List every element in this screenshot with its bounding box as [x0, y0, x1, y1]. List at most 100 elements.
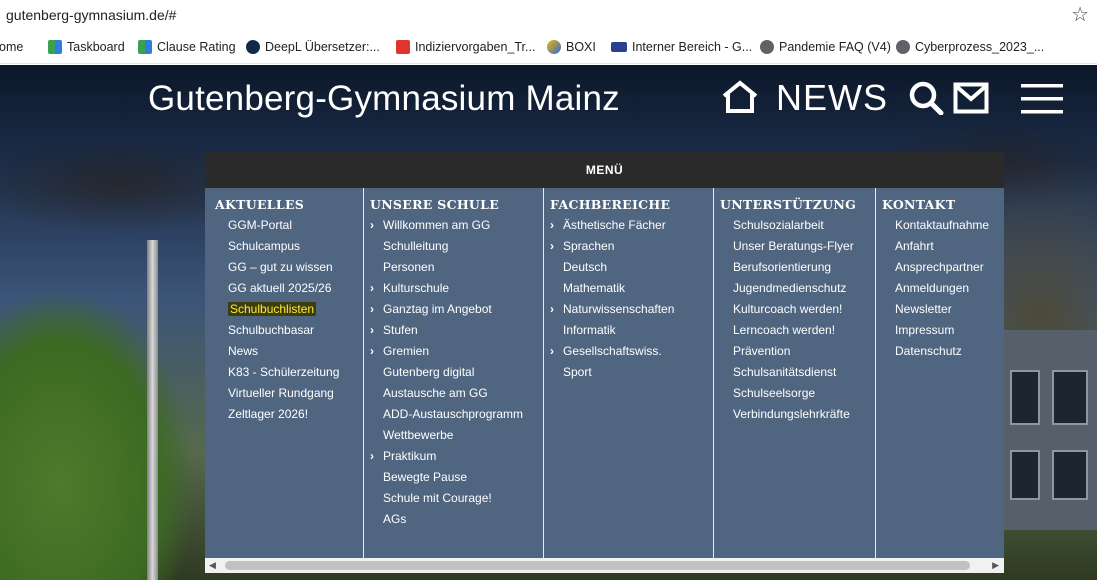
menu-item[interactable]: GGM-Portal — [215, 215, 363, 236]
menu-item[interactable]: Lerncoach werden! — [720, 320, 875, 341]
menu-item[interactable]: › Stufen — [370, 320, 543, 341]
menu-item[interactable]: Wettbewerbe — [370, 425, 543, 446]
menu-item-label: AGs — [383, 512, 407, 526]
menu-item[interactable]: Schulleitung — [370, 236, 543, 257]
menu-item-label: ADD-Austauschprogramm — [383, 407, 524, 421]
menu-item[interactable]: Schulcampus — [215, 236, 363, 257]
menu-item-label: Kulturschule — [383, 281, 450, 295]
scrollbar-thumb[interactable] — [225, 561, 970, 570]
bookmark-interner-bereich[interactable]: Interner Bereich - G... — [611, 40, 752, 54]
menu-item[interactable]: Schulbuchlisten — [215, 299, 363, 320]
address-bar[interactable]: gutenberg-gymnasium.de/# ☆ — [0, 0, 1097, 30]
submenu-arrow-icon: › — [370, 449, 374, 463]
menu-item[interactable]: Verbindungslehrkräfte — [720, 404, 875, 425]
menu-item[interactable]: Zeltlager 2026! — [215, 404, 363, 425]
menu-item-label: Anfahrt — [895, 239, 934, 253]
menu-item[interactable]: Ansprechpartner — [882, 257, 1004, 278]
menu-column-title[interactable]: FACHBEREICHE — [550, 195, 713, 215]
menu-item[interactable]: Schulbuchbasar — [215, 320, 363, 341]
grid-icon — [48, 40, 62, 54]
menu-item[interactable]: Sport — [550, 362, 713, 383]
search-icon[interactable] — [908, 81, 944, 115]
menu-item[interactable]: Virtueller Rundgang — [215, 383, 363, 404]
scroll-right-arrow-icon[interactable]: ▶ — [992, 560, 999, 571]
menu-item-label: Schulcampus — [228, 239, 301, 253]
menu-item[interactable]: › Gesellschaftswiss. — [550, 341, 713, 362]
home-icon[interactable] — [720, 80, 760, 114]
bookmark-deepl[interactable]: DeepL Übersetzer:... — [246, 40, 380, 54]
menu-item[interactable]: Anmeldungen — [882, 278, 1004, 299]
menu-item[interactable]: Deutsch — [550, 257, 713, 278]
menu-item-label: Informatik — [563, 323, 616, 337]
menu-item[interactable]: Schule mit Courage! — [370, 488, 543, 509]
menu-item-label: Virtueller Rundgang — [228, 386, 334, 400]
hamburger-menu-icon[interactable] — [1021, 82, 1063, 115]
bookmark-taskboard[interactable]: Taskboard — [48, 40, 125, 54]
menu-item[interactable]: Schulsozialarbeit — [720, 215, 875, 236]
menu-column-title[interactable]: KONTAKT — [882, 195, 1004, 215]
menu-item-label: Gutenberg digital — [383, 365, 475, 379]
bookmark-pandemie-faq[interactable]: Pandemie FAQ (V4) — [760, 40, 891, 54]
menu-item[interactable]: Schulsanitätsdienst — [720, 362, 875, 383]
news-link[interactable]: NEWS — [776, 77, 888, 119]
menu-item[interactable]: Berufsorientierung — [720, 257, 875, 278]
mail-icon[interactable] — [953, 82, 989, 114]
menu-item[interactable]: Datenschutz — [882, 341, 1004, 362]
bookmark-boxi[interactable]: BOXI — [547, 40, 596, 54]
scroll-left-arrow-icon[interactable]: ◀ — [209, 560, 216, 571]
submenu-arrow-icon: › — [370, 218, 374, 232]
menu-item[interactable]: › Willkommen am GG — [370, 215, 543, 236]
menu-item[interactable]: ADD-Austauschprogramm — [370, 404, 543, 425]
menu-item-label: Schulseelsorge — [733, 386, 816, 400]
menu-item[interactable]: Kulturcoach werden! — [720, 299, 875, 320]
window — [1010, 370, 1040, 425]
bookmark-cyberprozess[interactable]: Cyberprozess_2023_... — [896, 40, 1044, 54]
menu-item[interactable]: Impressum — [882, 320, 1004, 341]
menu-column-title[interactable]: AKTUELLES — [215, 195, 363, 215]
menu-item-label: News — [228, 344, 259, 358]
menu-item[interactable]: › Gremien — [370, 341, 543, 362]
menu-item[interactable]: Mathematik — [550, 278, 713, 299]
menu-item[interactable]: AGs — [370, 509, 543, 530]
menu-item[interactable]: › Ganztag im Angebot — [370, 299, 543, 320]
bookmark-star-icon[interactable]: ☆ — [1071, 2, 1089, 27]
menu-item[interactable]: Gutenberg digital — [370, 362, 543, 383]
menu-column-title[interactable]: UNTERSTÜTZUNG — [720, 195, 875, 215]
menu-item-label: Gremien — [383, 344, 430, 358]
menu-item[interactable]: GG aktuell 2025/26 — [215, 278, 363, 299]
submenu-arrow-icon: › — [370, 302, 374, 316]
menu-item[interactable]: K83 - Schülerzeitung — [215, 362, 363, 383]
menu-item[interactable]: › Naturwissenschaften — [550, 299, 713, 320]
menu-item[interactable]: Schulseelsorge — [720, 383, 875, 404]
menu-item[interactable]: Personen — [370, 257, 543, 278]
menu-item[interactable]: Anfahrt — [882, 236, 1004, 257]
menu-item[interactable]: Newsletter — [882, 299, 1004, 320]
menu-item-label: Austausche am GG — [383, 386, 488, 400]
menu-item-label: GGM-Portal — [228, 218, 293, 232]
horizontal-scrollbar[interactable]: ◀ ▶ — [205, 558, 1004, 573]
menu-item[interactable]: Bewegte Pause — [370, 467, 543, 488]
menu-item-label: Ganztag im Angebot — [383, 302, 492, 316]
bookmark-clause-rating[interactable]: Clause Rating — [138, 40, 236, 54]
menu-item-label: Schulsozialarbeit — [733, 218, 824, 232]
bookmark-label: Home — [0, 40, 24, 54]
menu-item[interactable]: Informatik — [550, 320, 713, 341]
menu-item[interactable]: › Sprachen — [550, 236, 713, 257]
menu-item-label: Impressum — [895, 323, 955, 337]
menu-item[interactable]: GG – gut zu wissen — [215, 257, 363, 278]
menu-item[interactable]: News — [215, 341, 363, 362]
menu-item[interactable]: › Praktikum — [370, 446, 543, 467]
url-text[interactable]: gutenberg-gymnasium.de/# — [6, 7, 176, 23]
menu-item[interactable]: Unser Beratungs-Flyer — [720, 236, 875, 257]
menu-item[interactable]: › Ästhetische Fächer — [550, 215, 713, 236]
menu-item[interactable]: Prävention — [720, 341, 875, 362]
menu-column-title[interactable]: UNSERE SCHULE — [370, 195, 543, 215]
site-title[interactable]: Gutenberg-Gymnasium Mainz — [148, 79, 620, 119]
menu-item[interactable]: Austausche am GG — [370, 383, 543, 404]
menu-item[interactable]: Kontaktaufnahme — [882, 215, 1004, 236]
bookmark-home[interactable]: Home — [0, 40, 23, 54]
bookmark-indiziervorgaben[interactable]: Indiziervorgaben_Tr... — [396, 40, 535, 54]
menu-item[interactable]: Jugendmedienschutz — [720, 278, 875, 299]
menu-item[interactable]: › Kulturschule — [370, 278, 543, 299]
menu-item-label: GG – gut zu wissen — [228, 260, 333, 274]
